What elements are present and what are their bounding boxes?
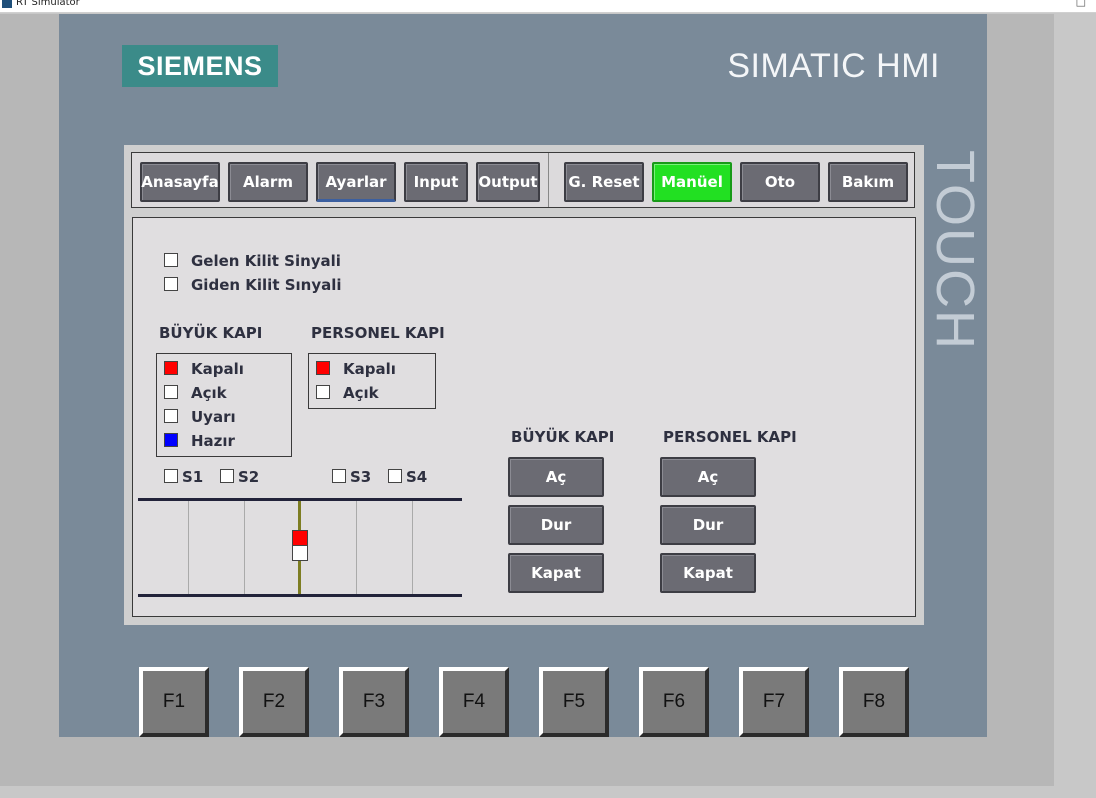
door-rail-bottom <box>138 594 462 597</box>
s4-indicator <box>388 469 402 483</box>
buyuk-kapi-controls-title: BÜYÜK KAPI <box>511 428 615 446</box>
s3-label: S3 <box>350 468 372 486</box>
door-open-marker <box>292 545 308 561</box>
personel-dur-button[interactable]: Dur <box>660 505 756 545</box>
f3-key[interactable]: F3 <box>339 667 409 737</box>
personel-acik-label: Açık <box>343 384 379 402</box>
personel-kapi-title: PERSONEL KAPI <box>311 324 445 342</box>
maximize-icon[interactable]: □ <box>1076 0 1086 7</box>
buyuk-kapat-button[interactable]: Kapat <box>508 553 604 593</box>
anasayfa-button[interactable]: Anasayfa <box>140 162 220 202</box>
product-name: SIMATIC HMI <box>727 47 940 85</box>
personel-kapat-button[interactable]: Kapat <box>660 553 756 593</box>
output-button[interactable]: Output <box>476 162 540 202</box>
buyuk-acik-indicator <box>164 385 178 399</box>
input-button[interactable]: Input <box>404 162 468 202</box>
nav-separator <box>548 153 549 207</box>
f8-key[interactable]: F8 <box>839 667 909 737</box>
buyuk-hazir-label: Hazır <box>191 432 235 450</box>
s1-indicator <box>164 469 178 483</box>
buyuk-kapi-title: BÜYÜK KAPI <box>159 324 263 342</box>
personel-ac-button[interactable]: Aç <box>660 457 756 497</box>
s2-label: S2 <box>238 468 260 486</box>
g-reset-button[interactable]: G. Reset <box>564 162 644 202</box>
buyuk-kapali-label: Kapalı <box>191 360 244 378</box>
f7-key[interactable]: F7 <box>739 667 809 737</box>
giden-kilit-indicator <box>164 277 178 291</box>
window-title: RT Simulator <box>16 0 80 8</box>
buyuk-kapali-indicator <box>164 361 178 375</box>
oto-button[interactable]: Oto <box>740 162 820 202</box>
door-grid-line <box>188 501 189 594</box>
personel-acik-indicator <box>316 385 330 399</box>
f4-key[interactable]: F4 <box>439 667 509 737</box>
buyuk-ac-button[interactable]: Aç <box>508 457 604 497</box>
door-grid-line <box>356 501 357 594</box>
f1-key[interactable]: F1 <box>139 667 209 737</box>
navigation-bar: Anasayfa Alarm Ayarlar Input Output G. R… <box>131 152 915 208</box>
s3-indicator <box>332 469 346 483</box>
bakim-button[interactable]: Bakım <box>828 162 908 202</box>
s1-label: S1 <box>182 468 204 486</box>
ayarlar-button[interactable]: Ayarlar <box>316 162 396 202</box>
buyuk-uyari-label: Uyarı <box>191 408 236 426</box>
door-grid-line <box>412 501 413 594</box>
alarm-button[interactable]: Alarm <box>228 162 308 202</box>
door-closed-marker <box>292 530 308 546</box>
personel-kapi-controls-title: PERSONEL KAPI <box>663 428 797 446</box>
buyuk-hazir-indicator <box>164 433 178 447</box>
f5-key[interactable]: F5 <box>539 667 609 737</box>
window-titlebar: RT Simulator □ <box>0 0 1096 13</box>
app-icon <box>2 0 12 8</box>
s2-indicator <box>220 469 234 483</box>
manuel-button[interactable]: Manüel <box>652 162 732 202</box>
buyuk-dur-button[interactable]: Dur <box>508 505 604 545</box>
f2-key[interactable]: F2 <box>239 667 309 737</box>
s4-label: S4 <box>406 468 428 486</box>
touch-label: TOUCH <box>925 150 985 352</box>
gelen-kilit-indicator <box>164 253 178 267</box>
personel-kapali-indicator <box>316 361 330 375</box>
f6-key[interactable]: F6 <box>639 667 709 737</box>
buyuk-uyari-indicator <box>164 409 178 423</box>
giden-kilit-label: Giden Kilit Sınyali <box>191 276 342 294</box>
buyuk-acik-label: Açık <box>191 384 227 402</box>
siemens-logo: SIEMENS <box>122 45 278 87</box>
personel-kapali-label: Kapalı <box>343 360 396 378</box>
gelen-kilit-label: Gelen Kilit Sinyali <box>191 252 341 270</box>
door-grid-line <box>244 501 245 594</box>
